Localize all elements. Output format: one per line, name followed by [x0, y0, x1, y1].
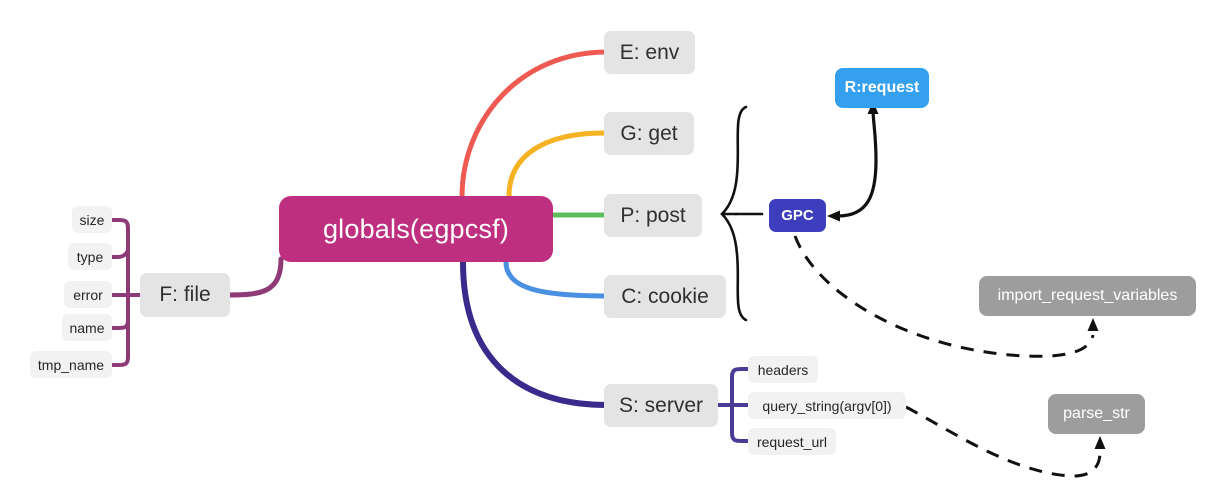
leaf-label-file-name: name: [69, 319, 105, 336]
target-node-request[interactable]: R:request: [835, 68, 929, 108]
leaf-label-server-request-url: request_url: [756, 433, 828, 450]
leaf-node-file-size[interactable]: size: [72, 206, 112, 233]
target-node-parse-str[interactable]: parse_str: [1048, 394, 1145, 434]
leaf-label-server-headers: headers: [757, 361, 809, 378]
branch-label-get: G: get: [620, 121, 678, 145]
leaf-node-server-query-string[interactable]: query_string(argv[0]): [748, 392, 906, 419]
leaf-node-file-name[interactable]: name: [62, 314, 112, 341]
leaf-label-file-size: size: [79, 211, 105, 228]
branch-node-file[interactable]: F: file: [140, 273, 230, 317]
branch-node-server[interactable]: S: server: [604, 384, 718, 427]
edge-root-to-env: [459, 49, 610, 200]
leaf-node-file-error[interactable]: error: [64, 281, 112, 308]
edge-root-to-get: [506, 130, 607, 199]
target-label-parse-str: parse_str: [1063, 405, 1130, 422]
gpc-curly-brace: [720, 105, 764, 322]
target-label-import-request-variables: import_request_variables: [997, 287, 1178, 304]
arrowhead-to-gpc: [827, 210, 840, 222]
leaf-node-server-request-url[interactable]: request_url: [748, 428, 836, 455]
root-node-globals[interactable]: globals(egpcsf): [279, 196, 553, 262]
branch-label-server: S: server: [618, 393, 704, 417]
edge-root-to-server: [460, 259, 610, 408]
edge-gpc-request: [836, 108, 878, 218]
server-bracket: [715, 367, 750, 443]
edge-root-to-file: [226, 256, 284, 298]
branch-node-get[interactable]: G: get: [604, 112, 694, 155]
arrowhead-import-request-variables: [1087, 318, 1099, 331]
file-bracket: [108, 218, 142, 367]
leaf-label-file-type: type: [76, 248, 104, 265]
branch-label-file: F: file: [159, 283, 211, 306]
target-label-request: R:request: [844, 79, 920, 96]
branch-label-env: E: env: [619, 40, 680, 64]
connector-layer: [108, 49, 1106, 478]
group-node-gpc[interactable]: GPC: [769, 199, 826, 232]
leaf-node-server-headers[interactable]: headers: [748, 356, 818, 383]
branch-node-post[interactable]: P: post: [604, 194, 702, 237]
branch-node-env[interactable]: E: env: [604, 31, 695, 74]
leaf-label-file-error: error: [73, 286, 103, 303]
leaf-node-file-tmp-name[interactable]: tmp_name: [30, 351, 112, 378]
root-node-label: globals(egpcsf): [322, 213, 510, 244]
target-node-import-request-variables[interactable]: import_request_variables: [979, 276, 1196, 316]
group-label-gpc: GPC: [781, 207, 814, 224]
branch-node-cookie[interactable]: C: cookie: [604, 275, 726, 318]
leaf-label-file-tmp-name: tmp_name: [37, 356, 105, 373]
mindmap-canvas: globals(egpcsf) E: env G: get P: post C:…: [0, 0, 1231, 503]
leaf-label-server-query-string: query_string(argv[0]): [762, 397, 892, 414]
arrowhead-parse-str: [1094, 436, 1106, 449]
edge-root-to-cookie: [503, 259, 611, 299]
leaf-node-file-type[interactable]: type: [68, 243, 112, 270]
branch-label-post: P: post: [620, 203, 686, 227]
branch-label-cookie: C: cookie: [621, 284, 709, 308]
